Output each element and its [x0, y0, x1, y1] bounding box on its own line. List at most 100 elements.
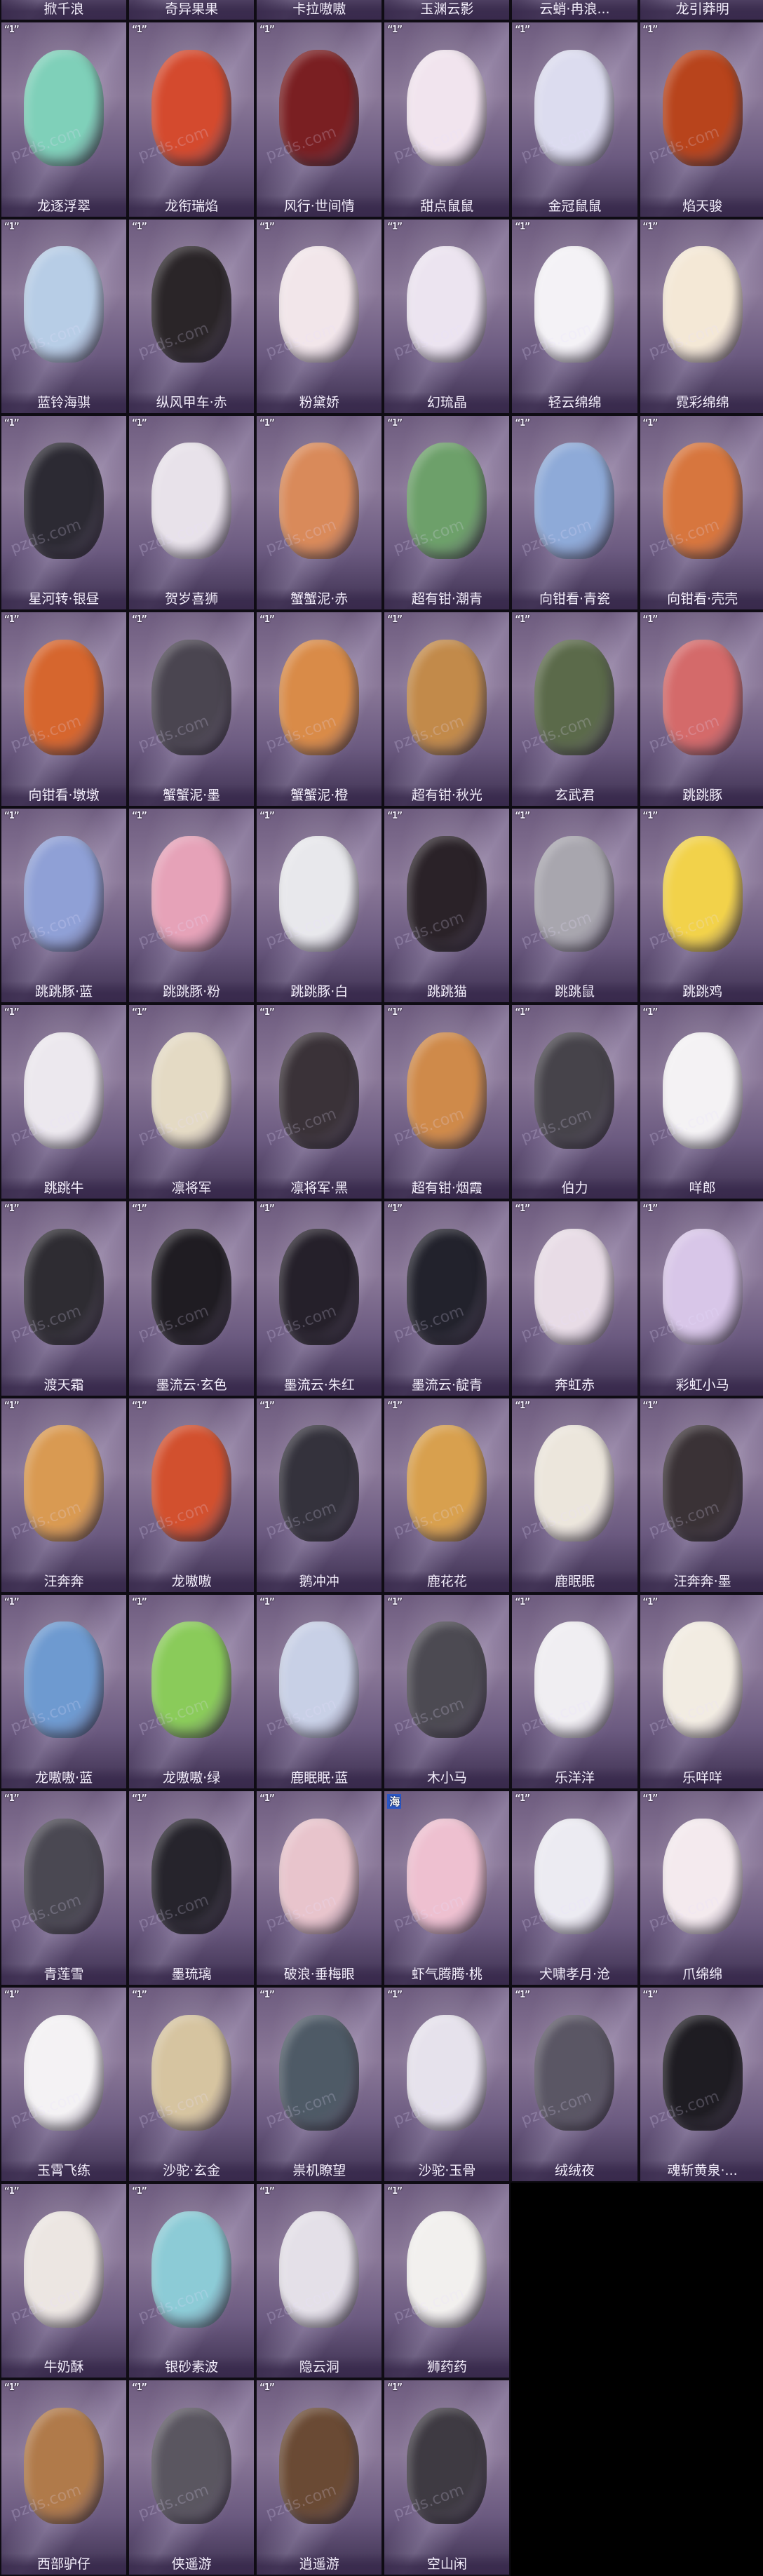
- mount-card[interactable]: pzds.com “1” 汪奔奔: [0, 1396, 128, 1593]
- mount-card[interactable]: pzds.com “1” 跳跳鸡: [638, 807, 763, 1004]
- mount-card[interactable]: pzds.com “1” 跳跳豚·白: [255, 807, 384, 1004]
- mount-card[interactable]: pzds.com 海虾气腾腾·桃: [383, 1789, 511, 1987]
- mount-card[interactable]: pzds.com “1” 超有钳·烟霞: [383, 1004, 511, 1201]
- mount-card[interactable]: pzds.com “1” 跳跳猫: [383, 807, 511, 1004]
- quote-badge: “1”: [387, 1007, 403, 1018]
- mount-name-label: 轻云绵绵: [512, 391, 637, 413]
- mount-card[interactable]: pzds.com “1” 轻云绵绵: [511, 217, 639, 414]
- mount-card[interactable]: pzds.com “1” 空山闲: [383, 2379, 511, 2576]
- mount-card[interactable]: pzds.com “1” 银砂素波: [128, 2183, 256, 2380]
- mount-card[interactable]: pzds.com “1” 蓝铃海骐: [0, 217, 128, 414]
- mount-portrait: [24, 1425, 104, 1542]
- mount-card[interactable]: pzds.com “1” 向钳看·墩墩: [0, 610, 128, 808]
- mount-card[interactable]: pzds.com “1” 鹿眠眠·蓝: [255, 1593, 384, 1790]
- mount-card[interactable]: pzds.com “1” 跳跳豚·粉: [128, 807, 256, 1004]
- mount-card[interactable]: pzds.com “1” 玄武君: [511, 610, 639, 808]
- mount-card[interactable]: pzds.com “1” 墨流云·靛青: [383, 1200, 511, 1397]
- mount-card[interactable]: pzds.com “1” 逍遥游: [255, 2379, 384, 2576]
- mount-card[interactable]: pzds.com “1” 鹿花花: [383, 1396, 511, 1593]
- mount-card[interactable]: pzds.com “1” 破浪·垂梅眼: [255, 1789, 384, 1987]
- mount-name-label: 鹿花花: [384, 1570, 510, 1592]
- mount-card[interactable]: pzds.com “1” 木小马: [383, 1593, 511, 1790]
- mount-card[interactable]: pzds.com “1” 渡天霜: [0, 1200, 128, 1397]
- mount-card[interactable]: pzds.com “1” 墨流云·玄色: [128, 1200, 256, 1397]
- mount-name-label: 鹿眠眠: [512, 1570, 637, 1592]
- mount-portrait: [279, 2408, 360, 2524]
- mount-card[interactable]: pzds.com “1” 跳跳豚: [638, 610, 763, 808]
- mount-card[interactable]: pzds.com “1” 伯力: [511, 1004, 639, 1201]
- mount-card[interactable]: pzds.com “1” 彩虹小马: [638, 1200, 763, 1397]
- mount-name-label: 牛奶酥: [1, 2356, 127, 2378]
- mount-card[interactable]: pzds.com “1” 乐咩咩: [638, 1593, 763, 1790]
- mount-card[interactable]: pzds.com “1” 向钳看·壳壳: [638, 414, 763, 611]
- mount-card[interactable]: pzds.com “1” 跳跳鼠: [511, 807, 639, 1004]
- mount-name-label: 蟹蟹泥·赤: [257, 588, 382, 609]
- mount-card[interactable]: pzds.com “1” 霓彩绵绵: [638, 217, 763, 414]
- mount-card[interactable]: pzds.com “1” 星河转·银昼: [0, 414, 128, 611]
- quote-badge: “1”: [515, 614, 530, 625]
- mount-card[interactable]: pzds.com “1” 绒绒夜: [511, 1986, 639, 2183]
- quote-badge: “1”: [259, 811, 275, 822]
- mount-card[interactable]: pzds.com “1” 龙嗷嗷·蓝: [0, 1593, 128, 1790]
- mount-card[interactable]: pzds.com “1” 蟹蟹泥·墨: [128, 610, 256, 808]
- quote-badge: “1”: [132, 25, 147, 36]
- mount-card[interactable]: pzds.com “1” 龙衔瑞焰: [128, 21, 256, 218]
- mount-card[interactable]: pzds.com “1” 纵风甲车·赤: [128, 217, 256, 414]
- mount-card[interactable]: pzds.com “1” 西部驴仔: [0, 2379, 128, 2576]
- mount-name-label: 犬啸孝月·沧: [512, 1964, 637, 1985]
- mount-card[interactable]: pzds.com “1” 超有钳·潮青: [383, 414, 511, 611]
- mount-portrait: [151, 443, 232, 560]
- mount-card[interactable]: pzds.com “1” 隐云洞: [255, 2183, 384, 2380]
- quote-badge: “1”: [515, 221, 530, 232]
- mount-card[interactable]: pzds.com “1” 墨琉璃: [128, 1789, 256, 1987]
- mount-card[interactable]: pzds.com “1” 甜点鼠鼠: [383, 21, 511, 218]
- mount-card[interactable]: pzds.com “1” 凛将军: [128, 1004, 256, 1201]
- mount-card[interactable]: pzds.com “1” 龙嗷嗷: [128, 1396, 256, 1593]
- mount-card[interactable]: pzds.com “1” 金冠鼠鼠: [511, 21, 639, 218]
- mount-card[interactable]: pzds.com “1” 凛将军·黑: [255, 1004, 384, 1201]
- mount-card[interactable]: pzds.com “1” 狮药药: [383, 2183, 511, 2380]
- mount-card[interactable]: pzds.com “1” 跳跳牛: [0, 1004, 128, 1201]
- mount-card[interactable]: pzds.com “1” 侠遥游: [128, 2379, 256, 2576]
- mount-card[interactable]: pzds.com “1” 玉霄飞练: [0, 1986, 128, 2183]
- mount-card[interactable]: pzds.com “1” 沙驼·玉骨: [383, 1986, 511, 2183]
- mount-card[interactable]: pzds.com “1” 焰天骏: [638, 21, 763, 218]
- mount-card[interactable]: pzds.com奇异果果: [128, 0, 256, 22]
- mount-card[interactable]: pzds.com “1” 风行·世间情: [255, 21, 384, 218]
- mount-card[interactable]: pzds.com龙引莽明: [638, 0, 763, 22]
- mount-card[interactable]: pzds.com “1” 超有钳·秋光: [383, 610, 511, 808]
- mount-card[interactable]: pzds.com “1” 奔虹赤: [511, 1200, 639, 1397]
- mount-card[interactable]: pzds.com “1” 龙逐浮翠: [0, 21, 128, 218]
- mount-card[interactable]: pzds.com “1” 跳跳豚·蓝: [0, 807, 128, 1004]
- mount-card[interactable]: pzds.com “1” 鹅冲冲: [255, 1396, 384, 1593]
- quote-badge: “1”: [387, 221, 403, 232]
- mount-card[interactable]: pzds.com “1” 蟹蟹泥·赤: [255, 414, 384, 611]
- mount-card[interactable]: pzds.com玉渊云影: [383, 0, 511, 22]
- mount-card[interactable]: pzds.com “1” 牛奶酥: [0, 2183, 128, 2380]
- mount-card[interactable]: pzds.com云蛸·冉浪...: [511, 0, 639, 22]
- mount-card[interactable]: pzds.com掀千浪: [0, 0, 128, 22]
- mount-card[interactable]: pzds.com “1” 沙驼·玄金: [128, 1986, 256, 2183]
- quote-badge: “1”: [4, 811, 20, 822]
- mount-card[interactable]: pzds.com卡拉嗷嗷: [255, 0, 384, 22]
- mount-card[interactable]: pzds.com “1” 鹿眠眠: [511, 1396, 639, 1593]
- mount-card[interactable]: pzds.com “1” 犬啸孝月·沧: [511, 1789, 639, 1987]
- mount-card[interactable]: pzds.com “1” 乐洋洋: [511, 1593, 639, 1790]
- quote-badge: “1”: [132, 417, 147, 429]
- mount-card[interactable]: pzds.com “1” 蟹蟹泥·橙: [255, 610, 384, 808]
- mount-name-label: 玉霄飞练: [1, 2160, 127, 2182]
- mount-card[interactable]: pzds.com “1” 龙嗷嗷·绿: [128, 1593, 256, 1790]
- mount-card[interactable]: pzds.com “1” 墨流云·朱红: [255, 1200, 384, 1397]
- mount-card[interactable]: pzds.com “1” 咩郎: [638, 1004, 763, 1201]
- mount-card[interactable]: pzds.com “1” 青莲雪: [0, 1789, 128, 1987]
- mount-card[interactable]: pzds.com “1” 幻琉晶: [383, 217, 511, 414]
- mount-card[interactable]: pzds.com “1” 魂斩黄泉·...: [638, 1986, 763, 2183]
- mount-card[interactable]: pzds.com “1” 爪绵绵: [638, 1789, 763, 1987]
- mount-card[interactable]: pzds.com “1” 向钳看·青瓷: [511, 414, 639, 611]
- mount-card[interactable]: pzds.com “1” 汪奔奔·墨: [638, 1396, 763, 1593]
- mount-portrait: [24, 443, 104, 560]
- mount-name-label: 掀千浪: [1, 0, 127, 20]
- mount-card[interactable]: pzds.com “1” 祟机瞭望: [255, 1986, 384, 2183]
- mount-card[interactable]: pzds.com “1” 贺岁喜狮: [128, 414, 256, 611]
- mount-card[interactable]: pzds.com “1” 粉黛娇: [255, 217, 384, 414]
